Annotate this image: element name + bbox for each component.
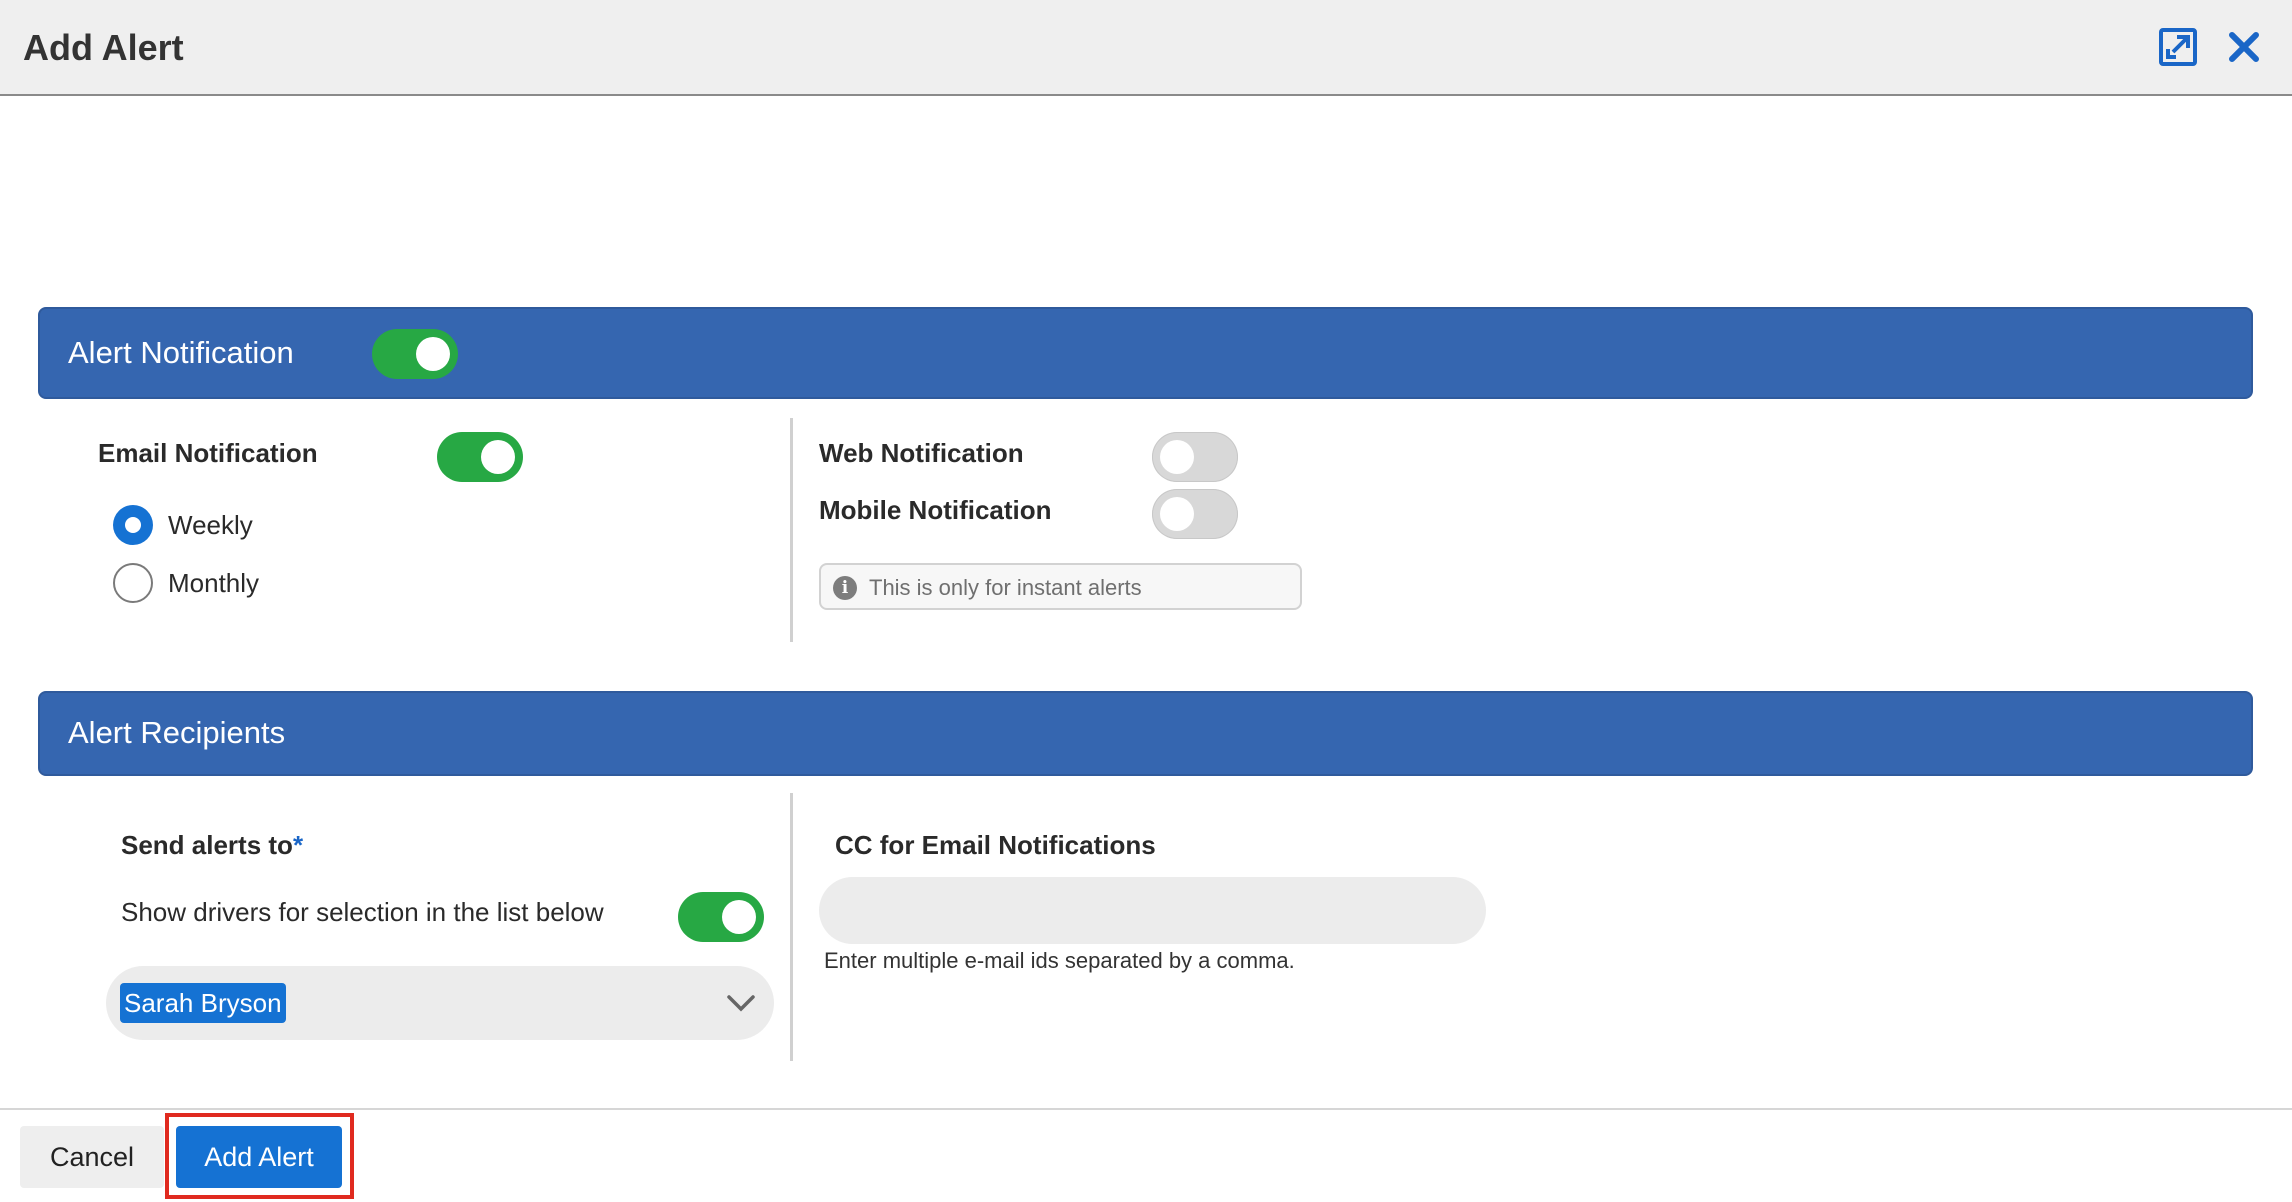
alert-recipients-bar: Alert Recipients <box>38 691 2253 776</box>
web-notification-toggle[interactable] <box>1152 432 1238 482</box>
monthly-radio[interactable] <box>113 563 153 603</box>
toggle-knob <box>416 337 450 371</box>
alert-notification-title: Alert Notification <box>68 335 294 370</box>
send-alerts-to-text: Send alerts to <box>121 830 293 860</box>
info-text: This is only for instant alerts <box>869 575 1142 600</box>
chevron-down-icon[interactable] <box>726 988 756 1018</box>
alert-notification-toggle[interactable] <box>372 329 458 379</box>
email-notification-toggle[interactable] <box>437 432 523 482</box>
cc-email-input[interactable] <box>819 877 1486 944</box>
expand-icon[interactable] <box>2158 27 2198 67</box>
mobile-notification-label: Mobile Notification <box>819 495 1052 525</box>
send-alerts-to-label: Send alerts to* <box>121 830 303 861</box>
alert-notification-bar: Alert Notification <box>38 307 2253 399</box>
cc-label: CC for Email Notifications <box>835 830 1156 860</box>
alert-recipients-title: Alert Recipients <box>68 715 286 750</box>
info-icon: i <box>833 576 857 600</box>
dialog-header: Add Alert <box>0 0 2292 96</box>
close-icon[interactable] <box>2224 27 2264 67</box>
show-drivers-label: Show drivers for selection in the list b… <box>121 897 604 927</box>
show-drivers-toggle[interactable] <box>678 892 764 942</box>
column-divider <box>790 418 793 642</box>
instant-alerts-info: i This is only for instant alerts <box>819 563 1302 610</box>
monthly-label: Monthly <box>168 568 260 598</box>
selected-driver-chip[interactable]: Sarah Bryson <box>120 983 286 1023</box>
weekly-label: Weekly <box>168 510 253 540</box>
recipients-divider <box>790 793 793 1061</box>
required-marker: * <box>292 830 304 860</box>
web-notification-label: Web Notification <box>819 438 1024 468</box>
cc-hint: Enter multiple e-mail ids separated by a… <box>824 948 1295 973</box>
toggle-knob <box>1160 497 1194 531</box>
weekly-radio[interactable] <box>113 505 153 545</box>
toggle-knob <box>722 900 756 934</box>
footer-divider <box>0 1108 2292 1110</box>
add-alert-button[interactable]: Add Alert <box>176 1126 342 1188</box>
cancel-button[interactable]: Cancel <box>20 1126 164 1188</box>
mobile-notification-toggle[interactable] <box>1152 489 1238 539</box>
dialog-title: Add Alert <box>23 27 184 68</box>
email-notification-label: Email Notification <box>98 438 318 468</box>
toggle-knob <box>481 440 515 474</box>
toggle-knob <box>1160 440 1194 474</box>
driver-select[interactable]: Sarah Bryson <box>106 966 774 1040</box>
